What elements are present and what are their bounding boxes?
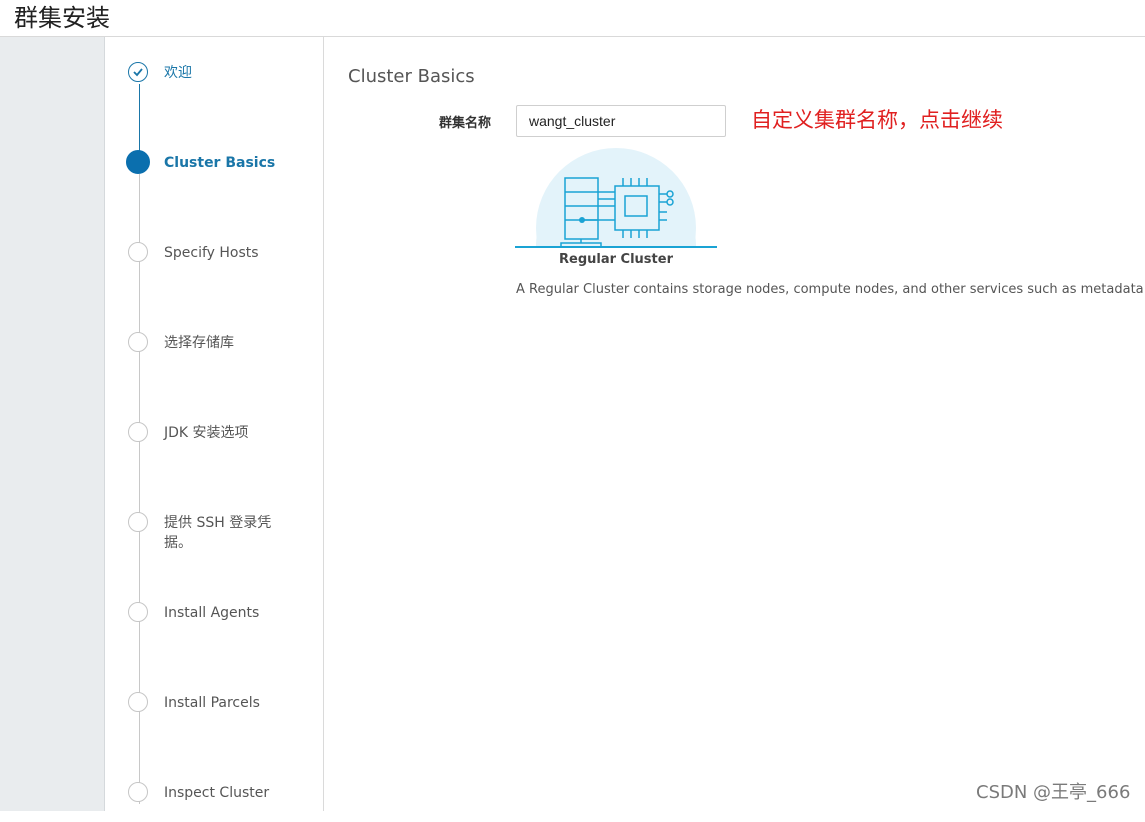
check-icon	[128, 62, 148, 82]
current-step-icon	[126, 150, 150, 174]
wizard-step-install-agents[interactable]: Install Agents	[128, 602, 328, 642]
regular-cluster-card[interactable]	[515, 148, 717, 250]
pending-step-icon	[128, 692, 148, 712]
wizard-step-jdk-options[interactable]: JDK 安装选项	[128, 422, 328, 462]
pending-step-icon	[128, 782, 148, 802]
pending-step-icon	[128, 242, 148, 262]
pending-step-icon	[128, 602, 148, 622]
wizard-step-label: 欢迎	[164, 65, 192, 81]
wizard-step-label: JDK 安装选项	[164, 425, 249, 441]
wizard-step-ssh-credentials[interactable]: 提供 SSH 登录凭据。	[128, 512, 328, 562]
wizard-step-label: Install Agents	[164, 605, 260, 621]
pending-step-icon	[128, 422, 148, 442]
wizard-step-label: Inspect Cluster	[164, 785, 270, 801]
cluster-type-description: A Regular Cluster contains storage nodes…	[516, 282, 1145, 297]
cluster-type-label: Regular Cluster	[559, 252, 673, 267]
annotation-text: 自定义集群名称，点击继续	[751, 108, 1003, 132]
section-title: Cluster Basics	[348, 66, 475, 87]
wizard-step-inspect-cluster[interactable]: Inspect Cluster	[128, 782, 328, 822]
watermark: CSDN @王亭_666	[976, 782, 1131, 803]
wizard-step-label: Specify Hosts	[164, 245, 259, 261]
wizard-step-cluster-basics[interactable]: Cluster Basics	[126, 150, 328, 192]
wizard-step-label: Cluster Basics	[164, 155, 276, 171]
cluster-name-input[interactable]	[516, 105, 726, 137]
pending-step-icon	[128, 512, 148, 532]
wizard-step-welcome[interactable]: 欢迎	[128, 62, 328, 102]
regular-cluster-icon	[515, 148, 717, 248]
page-title: 群集安装	[14, 4, 110, 32]
wizard-step-label: 选择存储库	[164, 335, 234, 351]
left-gutter	[0, 37, 105, 811]
wizard-step-install-parcels[interactable]: Install Parcels	[128, 692, 328, 732]
wizard-step-specify-hosts[interactable]: Specify Hosts	[128, 242, 328, 282]
wizard-step-label: 提供 SSH 登录凭据。	[164, 515, 272, 551]
cluster-name-label: 群集名称	[439, 116, 492, 131]
wizard-step-select-repository[interactable]: 选择存储库	[128, 332, 328, 372]
wizard-step-label: Install Parcels	[164, 695, 260, 711]
pending-step-icon	[128, 332, 148, 352]
